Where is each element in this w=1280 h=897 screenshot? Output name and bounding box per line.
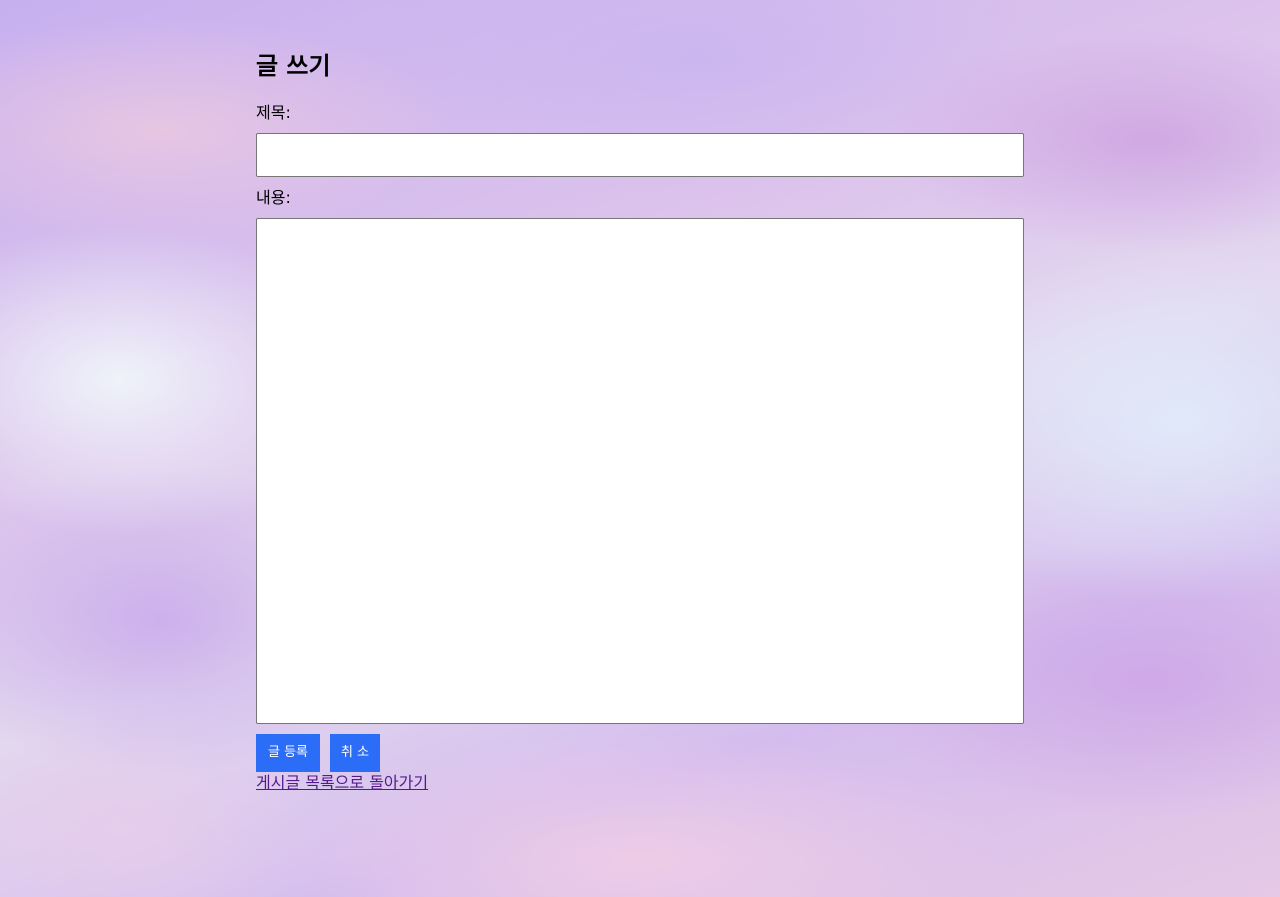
page-title: 글 쓰기 [256, 52, 331, 80]
title-label: 제목: [256, 103, 291, 122]
cancel-button[interactable]: 취 소 [330, 734, 380, 772]
back-to-list-link[interactable]: 게시글 목록으로 돌아가기 [256, 773, 428, 793]
content-label: 내용: [256, 188, 291, 207]
submit-post-button[interactable]: 글 등록 [256, 734, 320, 772]
content-textarea[interactable] [256, 218, 1024, 724]
title-input[interactable] [256, 133, 1024, 177]
